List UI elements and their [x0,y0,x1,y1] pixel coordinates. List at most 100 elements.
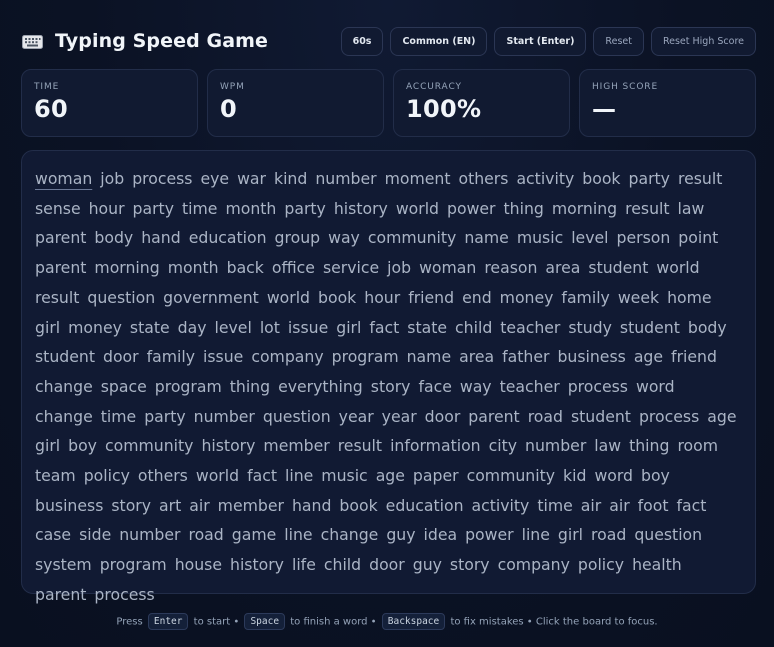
word: lot [259,317,280,337]
word: number [119,525,181,545]
word: community [104,436,194,456]
word: city [488,436,518,456]
word: family [561,287,610,307]
word: word [594,466,633,486]
word: kind [273,169,308,188]
word: law [677,198,705,218]
word: door [102,347,139,367]
word: boy [68,436,97,456]
word: art [159,495,182,515]
word: question [262,406,331,426]
word: reason [484,258,538,278]
word: others [137,466,188,486]
word: age [633,347,664,367]
word: moment [384,169,451,188]
word: teacher [499,376,560,396]
word: kid [563,466,587,486]
word-set-button[interactable]: Common (EN) [390,27,488,56]
word: fact [676,495,707,515]
word: story [370,376,411,396]
word: change [35,376,93,396]
word: point [678,228,719,248]
word: end [462,287,492,307]
word: music [516,228,564,248]
word: friend [671,347,717,367]
accuracy-card: Accuracy 100% [393,69,570,137]
word: boy [641,466,670,486]
word: information [390,436,481,456]
word: number [525,436,587,456]
word: history [230,555,284,575]
word: state [407,317,448,337]
reset-button[interactable]: Reset [593,27,644,56]
word: guy [386,525,416,545]
backspace-key: Backspace [381,613,446,630]
word: party [144,406,186,426]
word: government [163,287,259,307]
word: system [35,555,92,575]
word: community [466,466,556,486]
word: number [315,169,377,188]
typing-board[interactable]: woman job process eye war kind number mo… [21,150,756,604]
toolbar: 60s Common (EN) Start (Enter) Reset Rese… [340,27,756,56]
word: month [225,198,277,218]
word: back [226,258,264,278]
reset-high-score-button[interactable]: Reset High Score [650,27,756,56]
word: father [502,347,550,367]
word: name [464,228,509,248]
word: girl [35,317,61,337]
word: foot [637,495,669,515]
word: question [87,287,156,307]
word: air [580,495,602,515]
word: process [638,406,700,426]
word: state [129,317,170,337]
word: result [35,287,80,307]
word: hour [364,287,401,307]
word: book [318,287,357,307]
word: party [132,198,174,218]
start-button[interactable]: Start (Enter) [494,27,587,56]
word: road [188,525,224,545]
word: result [677,169,723,188]
word: issue [287,317,329,337]
word: party [284,198,326,218]
word: level [571,228,609,248]
word: guy [412,555,442,575]
duration-button[interactable]: 60s [340,27,384,56]
high-score-card: High Score — [579,69,756,137]
word: student [619,317,680,337]
word: activity [471,495,530,515]
word: child [455,317,493,337]
word: student [588,258,649,278]
word: thing [503,198,544,218]
word: student [35,347,95,367]
word: story [449,555,490,575]
word: morning [94,258,160,278]
accuracy-value: 100% [406,95,482,123]
word: company [497,555,570,575]
word: time [537,495,573,515]
word: parent [35,228,87,248]
word: service [322,258,380,278]
word: time [182,198,218,218]
word: side [79,525,112,545]
word: company [251,347,324,367]
word: month [167,258,219,278]
word: fact [369,317,400,337]
word: music [321,466,368,486]
wpm-value: 0 [220,95,237,123]
word: parent [35,584,87,604]
word: thing [229,376,271,396]
word: area [459,347,495,367]
time-value: 60 [34,95,68,123]
word: change [320,525,379,545]
word: money [499,287,554,307]
word: friend [408,287,455,307]
space-key: Space [244,613,286,630]
word: community [367,228,457,248]
wpm-card: WPM 0 [207,69,384,137]
word: group [274,228,321,248]
word: business [35,495,104,515]
word: fact [247,466,277,486]
word: process [132,169,193,188]
